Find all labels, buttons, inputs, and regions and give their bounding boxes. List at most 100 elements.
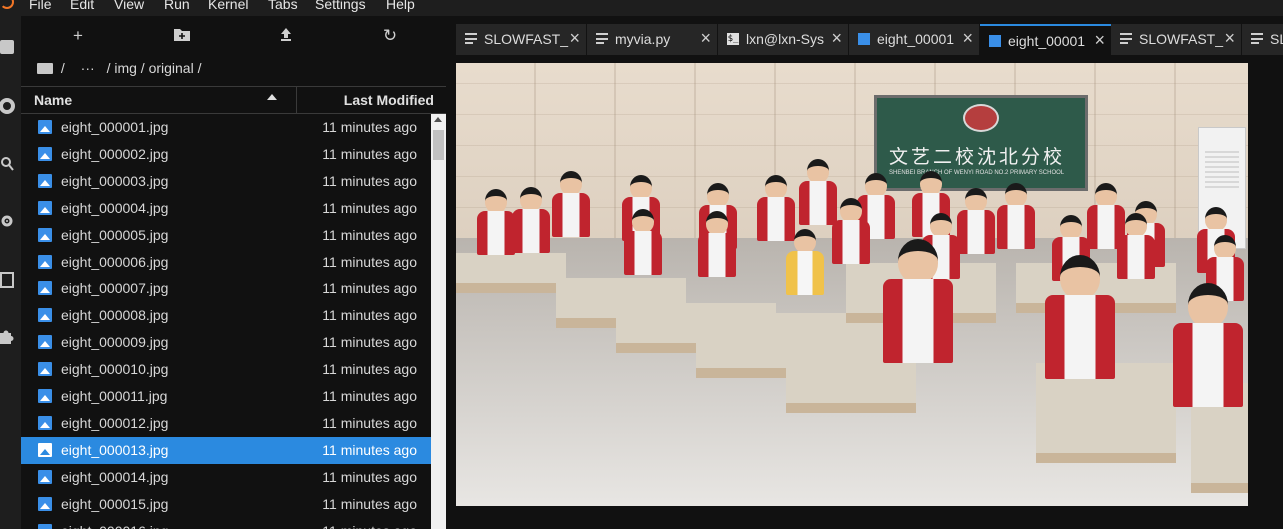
- tab-5[interactable]: SLOWFAST_ ×: [1111, 24, 1242, 55]
- menu-settings[interactable]: Settings: [315, 0, 366, 12]
- file-row[interactable]: eight_000006.jpg 11 minutes ago: [21, 249, 431, 276]
- image-file-icon: [38, 335, 52, 350]
- tab-6[interactable]: SL: [1242, 24, 1283, 55]
- breadcrumb: / ··· / img / original /: [37, 60, 202, 80]
- file-row[interactable]: eight_000001.jpg 11 minutes ago: [21, 114, 431, 141]
- home-folder-icon[interactable]: [37, 63, 53, 74]
- menu-file[interactable]: File: [29, 0, 52, 12]
- file-modified: 11 minutes ago: [322, 145, 417, 162]
- column-header-last-modified[interactable]: Last Modified: [344, 92, 434, 108]
- student: [996, 183, 1036, 253]
- menu-kernel[interactable]: Kernel: [208, 0, 248, 12]
- file-row[interactable]: eight_000010.jpg 11 minutes ago: [21, 356, 431, 383]
- file-row[interactable]: eight_000009.jpg 11 minutes ago: [21, 329, 431, 356]
- tab-2[interactable]: $_ lxn@lxn-Sys ×: [718, 24, 849, 55]
- terminal-icon: $_: [727, 33, 739, 45]
- file-row[interactable]: eight_000008.jpg 11 minutes ago: [21, 302, 431, 329]
- file-modified: 11 minutes ago: [322, 253, 417, 270]
- scroll-up-arrow-icon[interactable]: [434, 117, 442, 122]
- file-modified: 11 minutes ago: [322, 172, 417, 189]
- breadcrumb-root[interactable]: /: [61, 60, 65, 76]
- tab-close-icon[interactable]: ×: [1224, 28, 1235, 49]
- file-name: eight_000011.jpg: [61, 388, 168, 404]
- file-row[interactable]: eight_000003.jpg 11 minutes ago: [21, 168, 431, 195]
- file-row[interactable]: eight_000016.jpg 11 minutes ago: [21, 518, 431, 529]
- command-palette-icon[interactable]: [0, 156, 14, 171]
- file-name: eight_000016.jpg: [61, 523, 168, 529]
- file-modified: 11 minutes ago: [322, 468, 417, 485]
- file-row[interactable]: eight_000013.jpg 11 minutes ago: [21, 436, 431, 464]
- sort-ascending-icon[interactable]: [267, 94, 277, 100]
- file-modified: 11 minutes ago: [322, 280, 417, 297]
- menu-help[interactable]: Help: [386, 0, 415, 12]
- file-row[interactable]: eight_000005.jpg 11 minutes ago: [21, 222, 431, 249]
- menu-run[interactable]: Run: [164, 0, 190, 12]
- property-inspector-gear-icon[interactable]: [0, 214, 14, 228]
- file-name: eight_000013.jpg: [61, 441, 169, 458]
- image-icon: [989, 35, 1001, 47]
- student: [551, 171, 591, 241]
- file-list-header: Name Last Modified: [21, 86, 446, 114]
- extension-puzzle-icon[interactable]: [0, 330, 14, 344]
- tab-label: eight_00001: [1008, 33, 1086, 49]
- file-row[interactable]: eight_000015.jpg 11 minutes ago: [21, 491, 431, 518]
- tab-0[interactable]: SLOWFAST_ ×: [456, 24, 587, 55]
- tab-close-icon[interactable]: ×: [831, 28, 842, 49]
- tab-4[interactable]: eight_00001 ×: [980, 24, 1112, 55]
- desk: [456, 253, 566, 293]
- tab-close-icon[interactable]: ×: [700, 28, 711, 49]
- file-row[interactable]: eight_000012.jpg 11 minutes ago: [21, 410, 431, 437]
- image-file-icon: [38, 200, 52, 215]
- column-header-name[interactable]: Name: [34, 92, 72, 108]
- file-row[interactable]: eight_000004.jpg 11 minutes ago: [21, 195, 431, 222]
- file-modified: 11 minutes ago: [322, 361, 417, 378]
- file-row[interactable]: eight_000014.jpg 11 minutes ago: [21, 464, 431, 491]
- file-name: eight_000003.jpg: [61, 172, 169, 189]
- open-tabs-icon[interactable]: [0, 272, 14, 288]
- tab-3[interactable]: eight_00001 ×: [849, 24, 980, 55]
- image-file-icon: [38, 281, 52, 296]
- file-browser-folder-icon[interactable]: [0, 40, 14, 54]
- upload-icon[interactable]: [276, 26, 296, 46]
- document-icon: [596, 33, 608, 44]
- tab-label: eight_00001: [877, 31, 955, 47]
- school-sign-board: 文艺二校沈北分校 SHENBEI BRANCH OF WENYI ROAD NO…: [874, 95, 1088, 191]
- file-name: eight_000006.jpg: [61, 253, 169, 270]
- classroom-photo: 文艺二校沈北分校 SHENBEI BRANCH OF WENYI ROAD NO…: [456, 63, 1248, 506]
- breadcrumb-ellipsis[interactable]: ···: [81, 60, 95, 76]
- student: [476, 189, 516, 259]
- file-row[interactable]: eight_000011.jpg 11 minutes ago: [21, 383, 431, 410]
- document-icon: [1251, 33, 1263, 44]
- image-icon: [858, 33, 870, 45]
- image-file-icon: [38, 523, 52, 529]
- file-list-scrollbar[interactable]: [431, 114, 446, 529]
- tab-close-icon[interactable]: ×: [569, 28, 580, 49]
- image-file-icon: [38, 308, 52, 323]
- new-folder-icon[interactable]: [172, 26, 192, 46]
- file-modified: 11 minutes ago: [322, 388, 417, 404]
- file-name: eight_000010.jpg: [61, 361, 169, 378]
- menu-edit[interactable]: Edit: [70, 0, 94, 12]
- refresh-icon[interactable]: ↻: [380, 26, 400, 46]
- menu-view[interactable]: View: [114, 0, 144, 12]
- breadcrumb-path[interactable]: / img / original /: [107, 60, 202, 76]
- scrollbar-thumb[interactable]: [433, 130, 444, 160]
- tab-1[interactable]: myvia.py ×: [587, 24, 718, 55]
- panel-splitter[interactable]: [446, 16, 456, 529]
- column-divider[interactable]: [296, 87, 297, 113]
- file-row[interactable]: eight_000007.jpg 11 minutes ago: [21, 275, 431, 302]
- new-launcher-plus-icon[interactable]: +: [68, 26, 88, 46]
- running-sessions-icon[interactable]: [0, 98, 15, 114]
- file-row[interactable]: eight_000002.jpg 11 minutes ago: [21, 141, 431, 168]
- tab-close-icon[interactable]: ×: [962, 28, 973, 49]
- file-name: eight_000001.jpg: [61, 119, 169, 135]
- file-name: eight_000007.jpg: [61, 280, 169, 297]
- image-file-icon: [38, 146, 52, 161]
- tab-label: SL: [1270, 31, 1283, 47]
- student: [618, 209, 668, 289]
- jupyter-logo-icon: [0, 0, 14, 9]
- menu-tabs[interactable]: Tabs: [268, 0, 298, 12]
- tab-label: lxn@lxn-Sys: [746, 31, 825, 47]
- image-file-icon: [38, 415, 52, 430]
- tab-close-icon[interactable]: ×: [1094, 30, 1105, 51]
